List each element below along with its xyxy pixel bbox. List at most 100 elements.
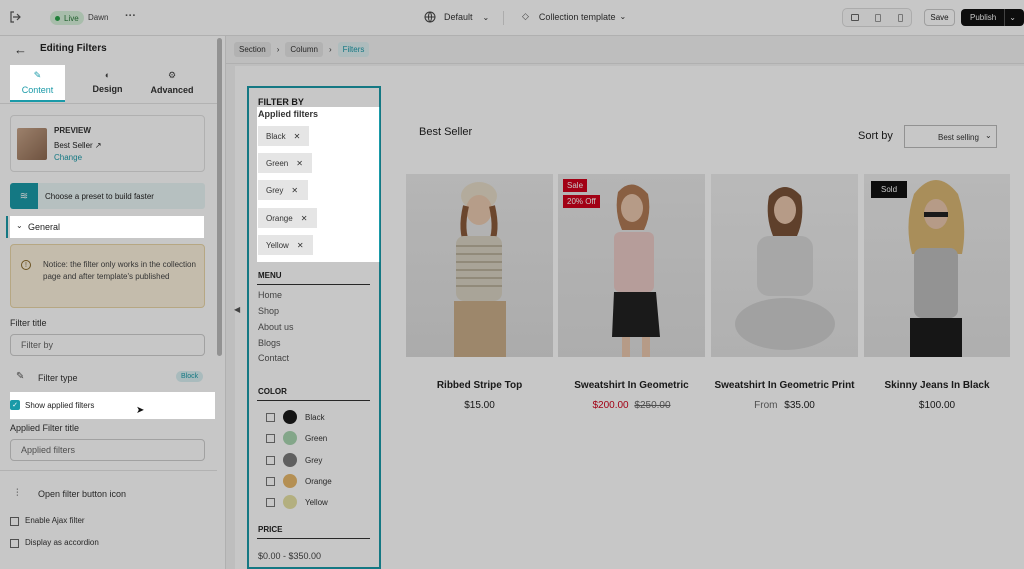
show-applied-filters-row[interactable]: ✓ Show applied filters ➤ [0, 393, 215, 419]
ajax-checkbox[interactable] [10, 517, 19, 526]
preview-thumbnail [17, 128, 47, 160]
product-title[interactable]: Skinny Jeans In Black [864, 380, 1010, 391]
sort-select[interactable]: Best selling ⌄ [904, 125, 997, 148]
tag-label: Grey [266, 185, 284, 195]
back-icon[interactable]: ← [14, 42, 27, 57]
filter-by-heading: FILTER BY [258, 97, 304, 107]
desktop-icon[interactable] [851, 14, 860, 21]
color-swatch [283, 474, 297, 488]
product-image[interactable] [406, 174, 553, 357]
applied-filter-tag[interactable]: Grey ✕ [258, 180, 308, 200]
accordion-checkbox[interactable] [10, 539, 19, 548]
close-icon[interactable]: ✕ [294, 132, 301, 141]
close-icon[interactable]: ✕ [297, 241, 304, 250]
applied-filter-tag[interactable]: Yellow ✕ [258, 235, 313, 255]
template-label: Collection template [538, 11, 616, 22]
menu-item[interactable]: Shop [258, 306, 279, 316]
mobile-icon[interactable] [897, 13, 903, 22]
applied-filter-tag[interactable]: Green ✕ [258, 153, 312, 173]
cursor-icon: ➤ [136, 405, 145, 416]
color-option[interactable]: Orange [266, 474, 332, 488]
more-icon[interactable]: ··· [125, 10, 136, 22]
save-button[interactable]: Save [924, 9, 955, 26]
color-checkbox[interactable] [266, 476, 275, 486]
breadcrumb-item-filters[interactable]: Filters [337, 42, 370, 57]
tab-content[interactable]: ✎ Content [10, 65, 65, 102]
info-icon: ! [21, 260, 31, 270]
color-checkbox[interactable] [266, 433, 275, 443]
filter-type-label: Filter type [38, 373, 78, 383]
price-value: $35.00 [784, 400, 815, 411]
panel-scrollbar[interactable] [217, 38, 222, 356]
discount-badge: 20% Off [563, 195, 600, 208]
gear-icon: ⚙ [167, 70, 177, 80]
menu-item[interactable]: About us [258, 322, 294, 332]
menu-item[interactable]: Blogs [258, 338, 281, 348]
show-applied-checkbox[interactable]: ✓ [10, 400, 20, 410]
exit-icon[interactable] [8, 10, 22, 24]
compare-price: $250.00 [634, 400, 671, 411]
close-icon[interactable]: ✕ [296, 159, 303, 168]
theme-name: Dawn [88, 13, 109, 22]
applied-filter-tag[interactable]: Black ✕ [258, 126, 309, 146]
product-title[interactable]: Ribbed Stripe Top [406, 380, 553, 391]
tablet-icon[interactable] [875, 13, 882, 22]
tab-design[interactable]: ◐ Design [80, 65, 135, 102]
ajax-label: Enable Ajax filter [25, 516, 85, 525]
color-label: Black [305, 412, 325, 422]
divider [257, 538, 370, 539]
panel-title: Editing Filters [40, 43, 107, 54]
close-icon[interactable]: ✕ [301, 214, 308, 223]
chevron-down-icon: ⌄ [985, 131, 992, 140]
tag-icon: ◇ [522, 11, 529, 21]
product-image[interactable] [711, 174, 858, 357]
tab-label: Advanced [150, 85, 194, 95]
color-option[interactable]: Yellow [266, 495, 328, 509]
filter-title-input[interactable]: Filter by [10, 334, 205, 356]
color-checkbox[interactable] [266, 497, 275, 507]
product-title[interactable]: Sweatshirt In Geometric [558, 380, 705, 391]
divider [257, 400, 370, 401]
sale-badge: Sale [563, 179, 588, 192]
applied-filter-title-input[interactable]: Applied filters [10, 439, 205, 461]
preview-label: PREVIEW [54, 126, 91, 135]
preset-banner[interactable]: ≋ Choose a preset to build faster [10, 183, 205, 209]
applied-filter-title-label: Applied Filter title [10, 423, 80, 433]
color-checkbox[interactable] [266, 412, 275, 422]
menu-item[interactable]: Contact [258, 353, 289, 363]
language-select[interactable]: Default ⌄ [424, 11, 489, 23]
breadcrumb-item-section[interactable]: Section [234, 42, 271, 57]
color-option[interactable]: Green [266, 431, 327, 445]
chevron-down-icon: ⌄ [619, 12, 627, 21]
chevron-down-icon[interactable]: ⌄ [1009, 13, 1016, 22]
applied-filter-tag[interactable]: Orange ✕ [258, 208, 317, 228]
preview-name[interactable]: Best Seller ↗ [54, 141, 102, 150]
price-range: $0.00 - $350.00 [258, 551, 322, 561]
color-option[interactable]: Black [266, 410, 325, 424]
notice-text: Notice: the filter only works in the col… [43, 260, 196, 281]
collapse-handle-icon[interactable]: ◀ [234, 305, 240, 314]
tab-advanced[interactable]: ⚙ Advanced [144, 65, 200, 102]
sort-value: Best selling [938, 133, 979, 142]
publish-button[interactable]: Publish ⌄ [961, 9, 1024, 26]
product-title[interactable]: Sweatshirt In Geometric Print [706, 380, 863, 391]
general-section-header[interactable]: ⌄ General [6, 216, 204, 238]
breadcrumb-item-column[interactable]: Column [285, 42, 323, 57]
template-select[interactable]: ◇ Collection template ⌄ [522, 11, 626, 22]
live-dot-icon [55, 15, 60, 21]
product-image[interactable] [864, 174, 1010, 357]
menu-item[interactable]: Home [258, 290, 282, 300]
color-label: Orange [305, 476, 332, 486]
pencil-icon: ✎ [16, 371, 25, 382]
color-checkbox[interactable] [266, 455, 275, 465]
chevron-right-icon: › [276, 45, 280, 54]
tag-label: Yellow [266, 240, 289, 250]
color-option[interactable]: Grey [266, 453, 322, 467]
divider [0, 470, 217, 471]
preset-label: Choose a preset to build faster [45, 192, 154, 201]
tag-label: Black [266, 131, 286, 141]
close-icon[interactable]: ✕ [291, 186, 298, 195]
applied-filters-heading: Applied filters [258, 109, 319, 119]
tag-label: Green [266, 158, 289, 168]
change-link[interactable]: Change [54, 153, 82, 162]
